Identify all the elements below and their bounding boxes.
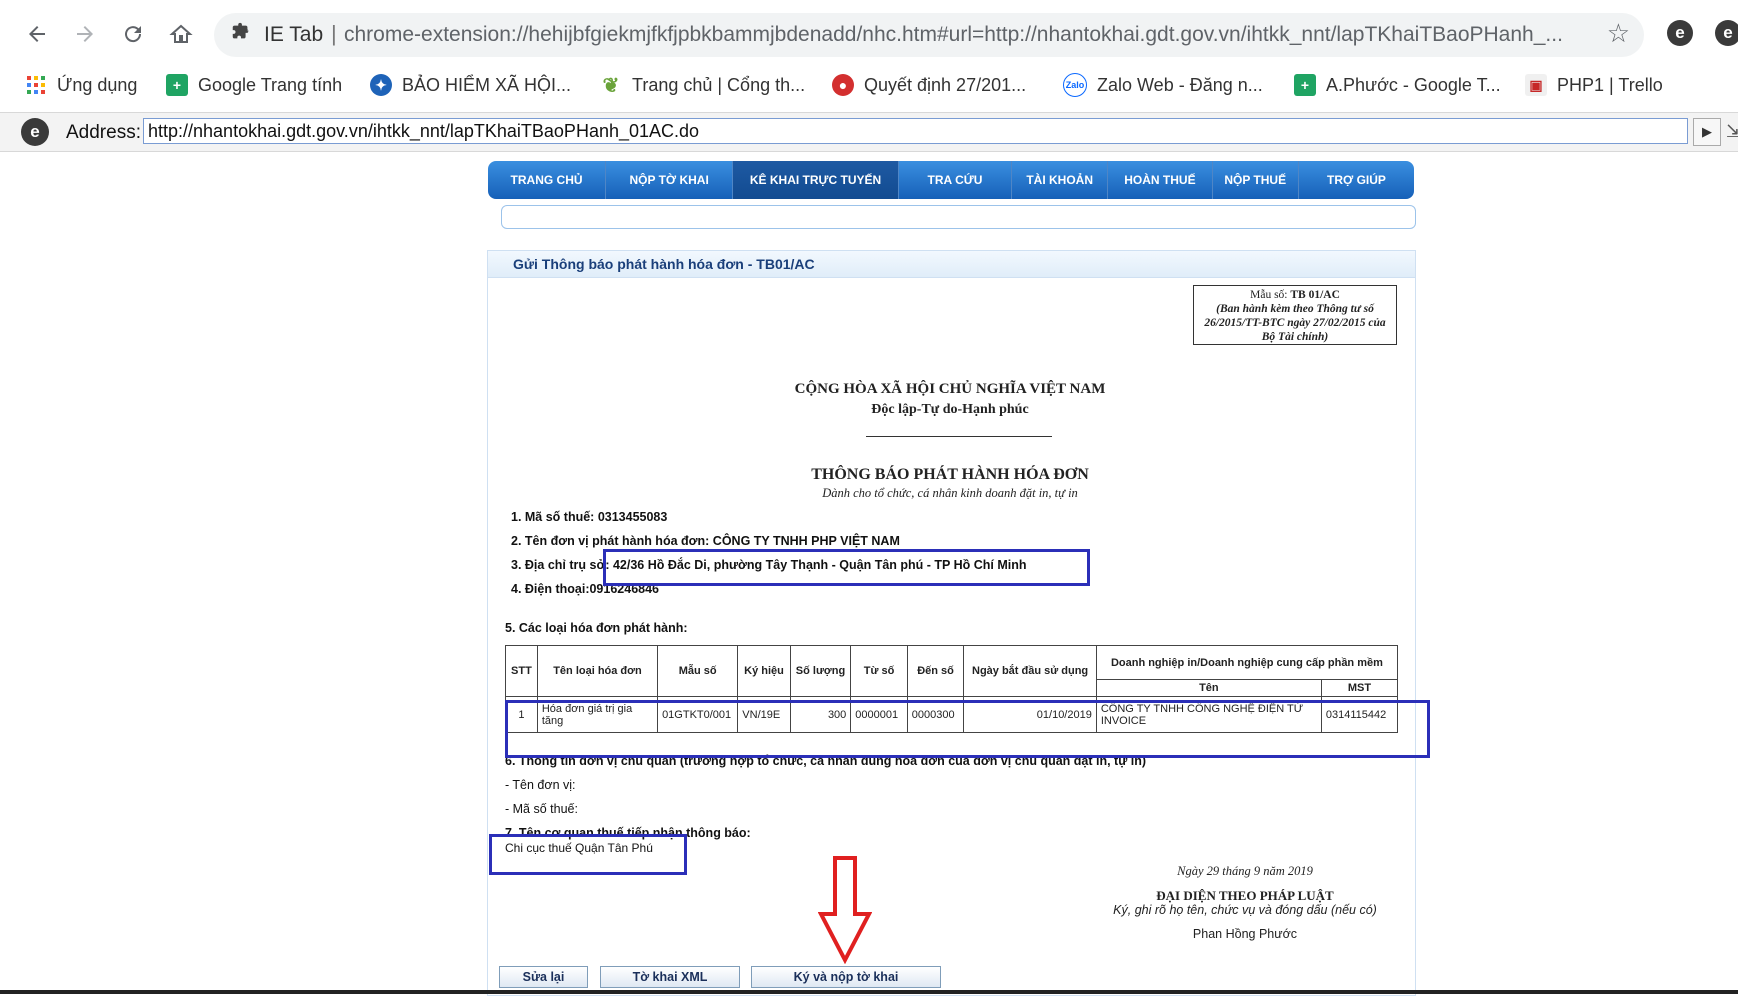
highlight-table-row: [505, 700, 1430, 758]
omnibox-url[interactable]: chrome-extension://hehijbfgiekmjfkfjpbkb…: [344, 23, 1574, 47]
highlight-address: [603, 549, 1090, 586]
apps-grid-icon: [25, 74, 47, 96]
seal-icon: ●: [832, 74, 854, 96]
extension-label: IE Tab: [264, 23, 324, 46]
rep-title: ĐẠI DIỆN THEO PHÁP LUẬT: [1156, 888, 1334, 903]
tab-hoan-thue[interactable]: HOÀN THUẾ: [1108, 161, 1213, 199]
sheets-icon: +: [1294, 74, 1316, 96]
col-ky-hieu: Ký hiệu: [737, 645, 791, 697]
bookmark-label: Ứng dụng: [57, 74, 138, 95]
col-tu-so: Từ số: [850, 645, 908, 697]
tab-nop-to-khai[interactable]: NỘP TỜ KHAI: [606, 161, 734, 199]
col-so-luong: Số lượng: [789, 645, 852, 697]
bookmark-cong-thue[interactable]: ❦ Trang chủ | Cổng th...: [600, 70, 806, 100]
col-stt: STT: [505, 645, 538, 697]
go-arrow-icon[interactable]: ▶: [1693, 118, 1721, 146]
bookmark-trello[interactable]: ▣ PHP1 | Trello: [1525, 70, 1663, 100]
sign-date: Ngày 29 tháng 9 năm 2019: [1177, 864, 1313, 878]
ie-logo-icon: e: [21, 118, 49, 146]
mau-so-label: Mẫu số:: [1250, 289, 1288, 301]
col-den-so: Đến số: [906, 645, 965, 697]
bookmark-quyet-dinh[interactable]: ● Quyết định 27/201...: [832, 70, 1026, 100]
browser-toolbar: IE Tab | chrome-extension://hehijbfgiekm…: [0, 0, 1738, 64]
mau-so-value: TB 01/AC: [1290, 289, 1340, 301]
document-subtitle: Dành cho tổ chức, cá nhân kinh doanh đặt…: [822, 486, 1078, 500]
rep-name: Phan Hồng Phước: [1192, 927, 1298, 941]
bookmark-aphuoc-sheets[interactable]: + A.Phước - Google T...: [1294, 70, 1501, 100]
pin-icon[interactable]: ⇲: [1726, 121, 1738, 142]
forward-icon[interactable]: [65, 14, 105, 54]
xml-button[interactable]: Tờ khai XML: [600, 966, 740, 988]
zalo-icon: Zalo: [1063, 73, 1087, 97]
mau-so-note: (Ban hành kèm theo Thông tư số 26/2015/T…: [1204, 303, 1386, 343]
panel-header: Gửi Thông báo phát hành hóa đơn - TB01/A…: [488, 251, 1415, 278]
back-icon[interactable]: [17, 14, 57, 54]
ie-address-bar: e Address: ▶ ⇲: [0, 112, 1738, 152]
tax-code-line: 1. Mã số thuế: 0313455083: [511, 510, 668, 524]
bookmark-zalo[interactable]: Zalo Zalo Web - Đăng n...: [1063, 70, 1263, 100]
parent-unit-tax-code: - Mã số thuế:: [505, 802, 578, 816]
parent-unit-name: - Tên đơn vị:: [505, 778, 576, 792]
nation-heading: CỘNG HÒA XÃ HỘI CHỦ NGHĨA VIỆT NAM: [794, 381, 1106, 397]
sheets-icon: +: [166, 74, 188, 96]
bookmark-label: Quyết định 27/201...: [864, 74, 1027, 95]
ie-extension-icon-2[interactable]: e: [1715, 20, 1738, 46]
tab-trang-chu[interactable]: TRANG CHỦ: [488, 161, 607, 199]
omnibox[interactable]: IE Tab | chrome-extension://hehijbfgiekm…: [214, 13, 1644, 57]
issuer-name-line: 2. Tên đơn vị phát hành hóa đơn: CÔNG TY…: [511, 534, 900, 548]
address-input[interactable]: [143, 118, 1688, 144]
panel-title: Gửi Thông báo phát hành hóa đơn - TB01/A…: [513, 256, 815, 272]
ie-tab-extension-icon[interactable]: e: [1667, 20, 1693, 46]
sub-nav-bar: [501, 205, 1416, 229]
highlight-tax-office: [489, 834, 687, 875]
address-label: Address:: [66, 122, 141, 143]
bookmark-label: PHP1 | Trello: [1557, 74, 1663, 95]
site-nav: TRANG CHỦ NỘP TỜ KHAI KÊ KHAI TRỰC TUYẾN…: [488, 161, 1414, 199]
tab-ke-khai-truc-tuyen[interactable]: KÊ KHAI TRỰC TUYẾN: [733, 161, 899, 199]
col-doanh-nghiep: Doanh nghiệp in/Doanh nghiệp cung cấp ph…: [1095, 645, 1399, 680]
bookmark-label: Zalo Web - Đăng n...: [1097, 74, 1263, 95]
home-icon[interactable]: [161, 14, 201, 54]
bookmark-bhxh[interactable]: ✦ BẢO HIỂM XÃ HỘI...: [370, 70, 571, 100]
bookmark-label: Trang chủ | Cổng th...: [632, 74, 806, 95]
col-ngay-bat-dau: Ngày bắt đầu sử dụng: [963, 645, 1097, 697]
col-ten: Tên: [1095, 679, 1322, 697]
reload-icon[interactable]: [113, 14, 153, 54]
edit-button[interactable]: Sửa lại: [499, 966, 588, 988]
bookmarks-bar: Ứng dụng + Google Trang tính ✦ BẢO HIỂM …: [0, 64, 1738, 106]
bhxh-logo-icon: ✦: [370, 74, 392, 96]
form-code-box: Mẫu số: TB 01/AC (Ban hành kèm theo Thôn…: [1193, 285, 1397, 345]
col-mst: MST: [1320, 679, 1399, 697]
invoice-types-heading: 5. Các loại hóa đơn phát hành:: [505, 621, 688, 635]
bookmark-apps[interactable]: Ứng dụng: [25, 70, 137, 100]
bookmark-label: BẢO HIỂM XÃ HỘI...: [402, 74, 572, 95]
document-title: THÔNG BÁO PHÁT HÀNH HÓA ĐƠN: [811, 466, 1089, 483]
col-ten-loai: Tên loại hóa đơn: [536, 645, 659, 697]
bookmark-google-sheets[interactable]: + Google Trang tính: [166, 70, 342, 100]
omnibox-separator: |: [331, 21, 337, 46]
motto: Độc lập-Tự do-Hạnh phúc: [871, 402, 1029, 417]
taskbar-edge: [0, 990, 1738, 994]
down-arrow-annotation: [818, 856, 872, 964]
tab-tra-cuu[interactable]: TRA CỨU: [899, 161, 1013, 199]
trello-board-icon: ▣: [1525, 74, 1547, 96]
tab-nop-thue[interactable]: NỘP THUẾ: [1213, 161, 1299, 199]
rep-note: Ký, ghi rõ họ tên, chức vụ và đóng dấu (…: [1113, 903, 1377, 917]
bookmark-star-icon[interactable]: ☆: [1607, 18, 1630, 49]
motto-underline: [866, 436, 1052, 437]
col-mau-so: Mẫu số: [657, 645, 739, 697]
sign-submit-button[interactable]: Ký và nộp tờ khai: [751, 966, 941, 988]
tab-tro-giup[interactable]: TRỢ GIÚP: [1299, 161, 1414, 199]
leaf-icon: ❦: [602, 74, 620, 97]
bookmark-label: A.Phước - Google T...: [1326, 74, 1501, 95]
bookmark-label: Google Trang tính: [198, 74, 343, 95]
puzzle-icon: [230, 21, 252, 49]
tab-tai-khoan[interactable]: TÀI KHOẢN: [1012, 161, 1109, 199]
